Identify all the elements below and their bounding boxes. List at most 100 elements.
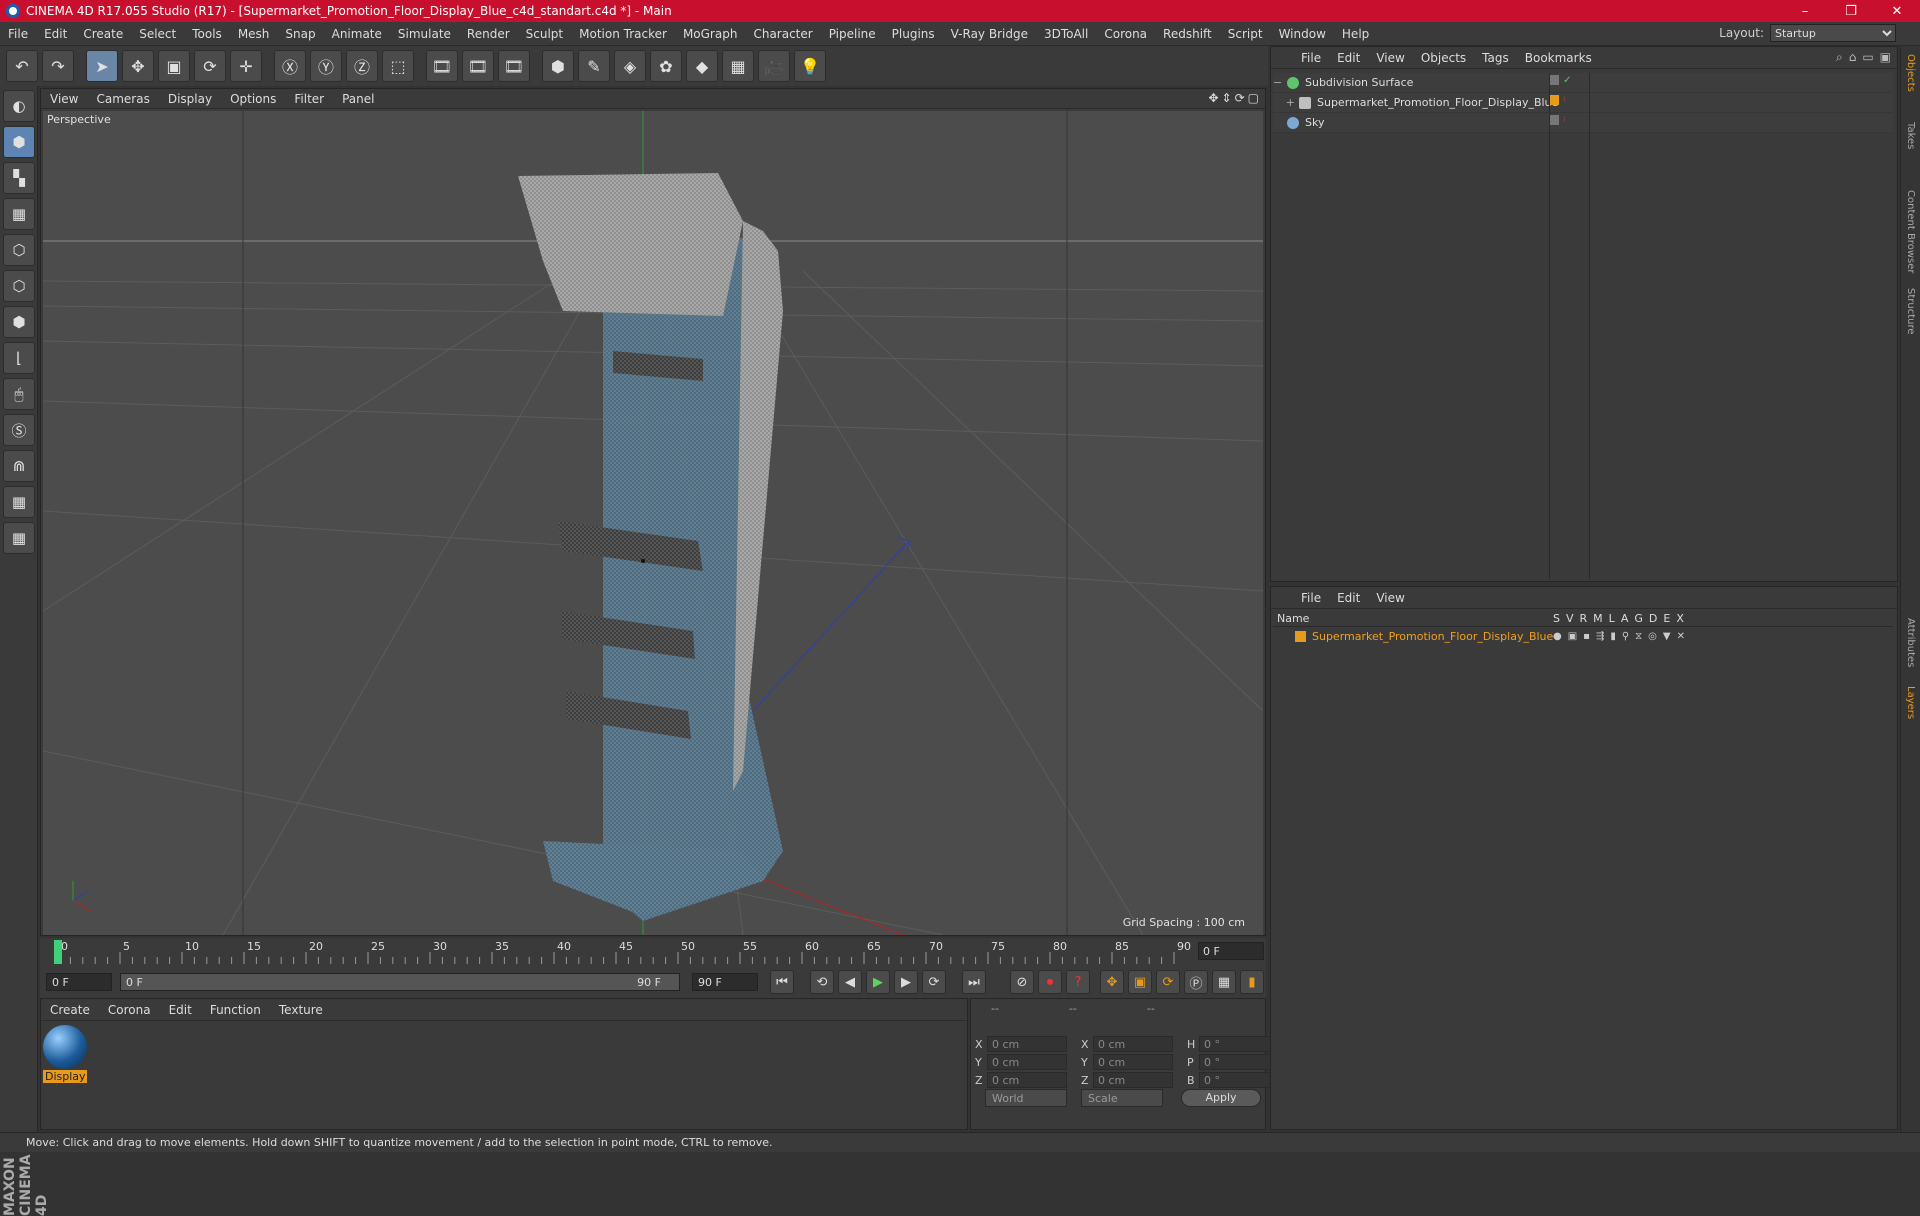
grid-lock-icon[interactable]: ▦ <box>3 486 35 518</box>
key-rotation-icon[interactable]: ⟳ <box>1156 970 1180 994</box>
menu-simulate[interactable]: Simulate <box>390 27 459 41</box>
flag-manager[interactable]: M <box>1593 612 1603 625</box>
viewport-menu-display[interactable]: Display <box>159 92 221 106</box>
render-view-icon[interactable]: 🎞 <box>426 50 458 82</box>
rotate-icon[interactable]: ⟳ <box>194 50 226 82</box>
y-axis-lock-icon[interactable]: Ⓨ <box>310 50 342 82</box>
scale-icon[interactable]: ▣ <box>158 50 190 82</box>
menu-tools[interactable]: Tools <box>184 27 230 41</box>
axis-mode-icon[interactable]: ⌊ <box>3 342 35 374</box>
menu-3dtoall[interactable]: 3DToAll <box>1036 27 1096 41</box>
start-frame-field[interactable]: 0 F <box>46 973 112 991</box>
render-picture-viewer-icon[interactable]: 🎞 <box>462 50 494 82</box>
objects-menu-objects[interactable]: Objects <box>1413 51 1474 65</box>
menu-vray-bridge[interactable]: V-Ray Bridge <box>943 27 1036 41</box>
menu-select[interactable]: Select <box>131 27 184 41</box>
layer-tag-icon[interactable] <box>1549 115 1559 125</box>
size-y-field[interactable]: 0 cm <box>1093 1054 1173 1070</box>
points-mode-icon[interactable]: ⬡ <box>3 234 35 266</box>
play-icon[interactable]: ▶ <box>866 970 890 994</box>
snap-icon[interactable]: Ⓢ <box>3 414 35 446</box>
timeline-window-icon[interactable]: ▮ <box>1240 970 1264 994</box>
object-row-subdivision[interactable]: − Subdivision Surface ✓ <box>1273 73 1893 93</box>
camera-icon[interactable]: 🎥 <box>758 50 790 82</box>
maximize-button[interactable]: ❐ <box>1828 4 1874 19</box>
layer-row[interactable]: Supermarket_Promotion_Floor_Display_Blue… <box>1273 627 1893 645</box>
tab-structure[interactable]: Structure <box>1905 288 1916 348</box>
key-pla-icon[interactable]: ▦ <box>1212 970 1236 994</box>
menu-character[interactable]: Character <box>745 27 820 41</box>
menu-mesh[interactable]: Mesh <box>230 27 278 41</box>
layout-dropdown[interactable]: Startup <box>1770 24 1896 42</box>
close-button[interactable]: ✕ <box>1874 4 1920 19</box>
tab-objects[interactable]: Objects <box>1905 54 1916 114</box>
tab-content-browser[interactable]: Content Browser <box>1905 190 1916 280</box>
menu-file[interactable]: File <box>0 27 36 41</box>
render-settings-icon[interactable]: 🎞 <box>498 50 530 82</box>
panel-expand-icon[interactable]: ▭ <box>1862 50 1873 65</box>
model-mode-icon[interactable]: ⬢ <box>3 126 35 158</box>
workplane-icon[interactable]: ▦ <box>3 198 35 230</box>
light-icon[interactable]: 💡 <box>794 50 826 82</box>
objects-menu-edit[interactable]: Edit <box>1329 51 1368 65</box>
magnet-icon[interactable]: ⋒ <box>3 450 35 482</box>
preview-range-slider[interactable]: 0 F 90 F <box>120 973 680 991</box>
record-keys-icon[interactable]: ⊘ <box>1010 970 1034 994</box>
flag-solo[interactable]: S <box>1553 612 1560 625</box>
menu-help[interactable]: Help <box>1334 27 1377 41</box>
pen-spline-icon[interactable]: ✎ <box>578 50 610 82</box>
position-y-field[interactable]: 0 cm <box>987 1054 1067 1070</box>
menu-motion-tracker[interactable]: Motion Tracker <box>571 27 675 41</box>
viewport-menu-filter[interactable]: Filter <box>285 92 333 106</box>
key-scale-icon[interactable]: ▣ <box>1128 970 1152 994</box>
timeline-ruler[interactable]: 0 5 10 15 20 25 30 35 40 45 50 55 60 65 70 75 80 85 90 0 F <box>40 938 1266 966</box>
object-row-sky[interactable]: Sky ⁝ <box>1273 113 1893 133</box>
flag-xref[interactable]: X <box>1676 612 1684 625</box>
flag-view[interactable]: V <box>1566 612 1574 625</box>
visibility-dots-icon[interactable]: ⁝ <box>1563 115 1566 125</box>
home-icon[interactable]: ⌂ <box>1849 50 1857 65</box>
flag-deformers[interactable]: D <box>1649 612 1657 625</box>
objects-menu-view[interactable]: View <box>1368 51 1412 65</box>
size-x-field[interactable]: 0 cm <box>1093 1036 1173 1052</box>
viewport-menu-panel[interactable]: Panel <box>333 92 383 106</box>
panel-collapse-icon[interactable]: ▣ <box>1880 50 1891 65</box>
position-z-field[interactable]: 0 cm <box>987 1072 1067 1088</box>
expand-toggle-icon[interactable]: + <box>1273 96 1295 109</box>
viewport-menu-cameras[interactable]: Cameras <box>87 92 158 106</box>
object-row-display-model[interactable]: + Supermarket_Promotion_Floor_Display_Bl… <box>1273 93 1893 113</box>
flag-locked[interactable]: L <box>1609 612 1615 625</box>
menu-corona[interactable]: Corona <box>1096 27 1155 41</box>
floor-environment-icon[interactable]: ▦ <box>722 50 754 82</box>
make-editable-icon[interactable]: ◐ <box>3 90 35 122</box>
rotation-p-field[interactable]: 0 ° <box>1199 1054 1279 1070</box>
objects-menu-file[interactable]: File <box>1293 51 1329 65</box>
tweak-mode-icon[interactable]: 🖱 <box>3 378 35 410</box>
flag-expressions[interactable]: E <box>1663 612 1670 625</box>
auto-keying-icon[interactable]: ⏺ <box>1038 970 1062 994</box>
layer-color-swatch[interactable] <box>1549 95 1559 105</box>
goto-start-icon[interactable]: ⏮ <box>770 970 794 994</box>
menu-animate[interactable]: Animate <box>324 27 390 41</box>
collapse-toggle-icon[interactable]: − <box>1273 76 1283 89</box>
layer-color-swatch[interactable] <box>1295 630 1306 642</box>
deformer-icon[interactable]: ◆ <box>686 50 718 82</box>
keyframe-selection-icon[interactable]: ? <box>1066 970 1090 994</box>
material-menu-texture[interactable]: Texture <box>270 1003 332 1017</box>
visibility-dots-icon[interactable]: ⁝ <box>1563 95 1566 105</box>
grid-snap-icon[interactable]: ▦ <box>3 522 35 554</box>
menu-render[interactable]: Render <box>459 27 518 41</box>
viewport-menu-options[interactable]: Options <box>221 92 285 106</box>
flag-render[interactable]: R <box>1580 612 1588 625</box>
menu-script[interactable]: Script <box>1220 27 1271 41</box>
tab-attributes[interactable]: Attributes <box>1905 618 1916 678</box>
viewport-menu-view[interactable]: View <box>41 92 87 106</box>
polygons-mode-icon[interactable]: ⬢ <box>3 306 35 338</box>
zoom-view-icon[interactable]: ⇕ <box>1222 91 1232 105</box>
goto-end-icon[interactable]: ⏭ <box>962 970 986 994</box>
x-axis-lock-icon[interactable]: Ⓧ <box>274 50 306 82</box>
prev-frame-icon[interactable]: ◀ <box>838 970 862 994</box>
layers-menu-view[interactable]: View <box>1368 591 1412 605</box>
texture-mode-icon[interactable]: ▚ <box>3 162 35 194</box>
menu-plugins[interactable]: Plugins <box>884 27 943 41</box>
